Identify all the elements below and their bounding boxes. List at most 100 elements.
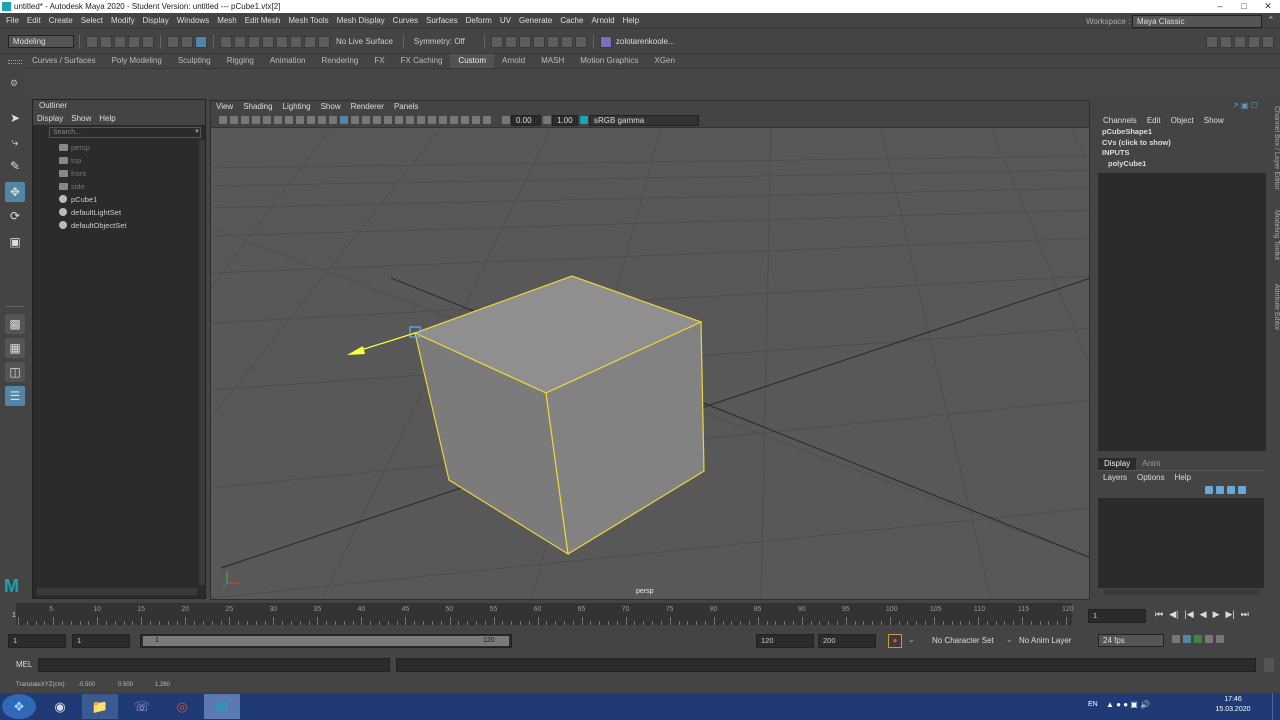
range-handle[interactable] bbox=[143, 636, 509, 646]
two-view-icon[interactable]: ◫ bbox=[5, 362, 25, 382]
outliner-search-input[interactable]: Search... bbox=[49, 127, 201, 138]
menu-mesh[interactable]: Mesh bbox=[213, 13, 241, 29]
channel-menu-edit[interactable]: Edit bbox=[1142, 114, 1166, 127]
select-tool-icon[interactable]: ➤ bbox=[5, 108, 25, 128]
outliner-layout-icon[interactable]: ☰ bbox=[5, 386, 25, 406]
cache-playback-icon[interactable] bbox=[1182, 635, 1191, 643]
channel-menu-channels[interactable]: Channels bbox=[1098, 114, 1142, 127]
layer-tab-display[interactable]: Display bbox=[1098, 458, 1137, 470]
outliner-item-top[interactable]: top bbox=[33, 154, 205, 167]
isolate-select-icon[interactable] bbox=[449, 116, 458, 124]
shelf-tab-custom[interactable]: Custom bbox=[450, 54, 494, 68]
live-surface-label[interactable]: No Live Surface bbox=[331, 37, 398, 46]
close-icon[interactable]: ✕ bbox=[1256, 0, 1280, 13]
layer-list[interactable] bbox=[1098, 498, 1264, 588]
outliner-item-front[interactable]: front bbox=[33, 167, 205, 180]
arnold-render-icon[interactable] bbox=[560, 35, 573, 48]
range-bar[interactable]: 1 120 bbox=[140, 634, 512, 648]
viewport-menu-lighting[interactable]: Lighting bbox=[278, 101, 316, 113]
new-scene-icon[interactable] bbox=[86, 35, 98, 48]
color-management-icon[interactable] bbox=[579, 116, 588, 124]
menu-generate[interactable]: Generate bbox=[515, 13, 556, 29]
command-input[interactable] bbox=[38, 658, 390, 672]
default-material-icon[interactable] bbox=[361, 116, 370, 124]
go-to-start-icon[interactable]: ⏮ bbox=[1152, 609, 1166, 620]
menu-surfaces[interactable]: Surfaces bbox=[422, 13, 462, 29]
xray-components-icon[interactable] bbox=[482, 116, 491, 124]
viber-icon[interactable]: ☏ bbox=[124, 694, 160, 719]
shelf-handle-icon[interactable] bbox=[8, 60, 22, 64]
show-desktop-button[interactable] bbox=[1272, 693, 1280, 720]
maximize-icon[interactable]: □ bbox=[1232, 0, 1256, 13]
layer-hscrollbar[interactable] bbox=[1104, 589, 1260, 595]
outliner-item-side[interactable]: side bbox=[33, 180, 205, 193]
select-hierarchy-icon[interactable] bbox=[167, 35, 179, 48]
keyboard-language[interactable]: EN bbox=[1088, 701, 1098, 708]
modeling-toolkit-icon[interactable] bbox=[1206, 35, 1218, 48]
viewport-persp[interactable]: View Shading Lighting Show Renderer Panels 0.… bbox=[210, 100, 1090, 600]
rotate-tool-icon[interactable]: ⟳ bbox=[5, 206, 25, 226]
gate-mask-icon[interactable] bbox=[295, 116, 304, 124]
clock-date[interactable]: 15.03.2020 bbox=[1212, 706, 1254, 713]
shelf-tab-motion-graphics[interactable]: Motion Graphics bbox=[572, 54, 646, 68]
anti-alias-icon[interactable] bbox=[427, 116, 436, 124]
gamma-field[interactable]: 1.00 bbox=[552, 114, 578, 126]
start-time-field[interactable]: 1 bbox=[8, 634, 66, 648]
outliner-hscrollbar[interactable] bbox=[37, 588, 197, 595]
shelf-tab-xgen[interactable]: XGen bbox=[646, 54, 682, 68]
end-time-field[interactable]: 200 bbox=[818, 634, 876, 648]
shelf-tab-arnold[interactable]: Arnold bbox=[494, 54, 533, 68]
mask-app-icon[interactable]: ◉ bbox=[42, 694, 78, 719]
textured-icon[interactable] bbox=[372, 116, 381, 124]
playback-end-field[interactable]: 120 bbox=[756, 634, 814, 648]
ipr-render-icon[interactable] bbox=[518, 35, 531, 48]
attribute-editor-icon[interactable] bbox=[1220, 35, 1232, 48]
wireframe-icon[interactable] bbox=[339, 116, 348, 124]
shelf-settings-icon[interactable]: ⚙ bbox=[10, 78, 18, 89]
menu-edit-mesh[interactable]: Edit Mesh bbox=[241, 13, 285, 29]
paint-select-icon[interactable]: ✎ bbox=[5, 156, 25, 176]
depth-of-field-icon[interactable] bbox=[438, 116, 447, 124]
workspace-dropdown[interactable]: Maya Classic bbox=[1132, 15, 1262, 28]
layer-menu-options[interactable]: Options bbox=[1132, 473, 1170, 482]
maya-taskbar-icon[interactable]: M bbox=[204, 694, 240, 719]
minimize-icon[interactable]: – bbox=[1208, 0, 1232, 13]
outliner-item-persp[interactable]: persp bbox=[33, 141, 205, 154]
screen-ao-icon[interactable] bbox=[405, 116, 414, 124]
open-scene-icon[interactable] bbox=[100, 35, 112, 48]
outliner-menu-help[interactable]: Help bbox=[95, 112, 119, 125]
viewport-menu-renderer[interactable]: Renderer bbox=[346, 101, 389, 113]
snap-grid-icon[interactable] bbox=[220, 35, 232, 48]
scale-tool-icon[interactable]: ▣ bbox=[5, 232, 25, 252]
safe-action-icon[interactable] bbox=[317, 116, 326, 124]
render-view-icon[interactable] bbox=[490, 35, 503, 48]
clock-time[interactable]: 17:46 bbox=[1216, 696, 1250, 703]
time-prefs-icon[interactable] bbox=[1215, 635, 1224, 643]
outliner-scrollbar[interactable] bbox=[199, 140, 205, 585]
auto-key-icon[interactable]: ● bbox=[888, 634, 902, 648]
new-layer-icon[interactable] bbox=[1237, 486, 1246, 494]
new-layer-selected-icon[interactable] bbox=[1226, 486, 1235, 494]
character-set-dropdown[interactable]: No Character Set bbox=[932, 636, 994, 645]
render-frame-icon[interactable] bbox=[504, 35, 517, 48]
snap-view-icon[interactable] bbox=[262, 35, 274, 48]
play-forward-icon[interactable]: ▶ bbox=[1210, 609, 1223, 620]
sound-icon[interactable] bbox=[1193, 635, 1202, 643]
field-chart-icon[interactable] bbox=[306, 116, 315, 124]
pause-render-icon[interactable] bbox=[574, 35, 587, 48]
select-component-icon[interactable] bbox=[195, 35, 207, 48]
chevron-up-icon[interactable]: ⌃ bbox=[1267, 15, 1275, 26]
chevron-down-icon[interactable]: ⌄ bbox=[1006, 635, 1013, 644]
shadows-icon[interactable] bbox=[394, 116, 403, 124]
layer-menu-layers[interactable]: Layers bbox=[1098, 473, 1132, 482]
anim-layer-dropdown[interactable]: No Anim Layer bbox=[1019, 636, 1071, 645]
viewport-scene[interactable] bbox=[211, 128, 1090, 600]
save-scene-icon[interactable] bbox=[114, 35, 126, 48]
view-transform-dropdown[interactable]: sRGB gamma bbox=[589, 114, 699, 126]
snap-history-icon[interactable] bbox=[304, 35, 316, 48]
film-gate-icon[interactable] bbox=[273, 116, 282, 124]
current-frame-field[interactable]: 1 bbox=[1088, 609, 1146, 623]
channel-box-icon[interactable] bbox=[1248, 35, 1260, 48]
menu-edit[interactable]: Edit bbox=[23, 13, 45, 29]
outliner-menu-display[interactable]: Display bbox=[33, 112, 67, 125]
